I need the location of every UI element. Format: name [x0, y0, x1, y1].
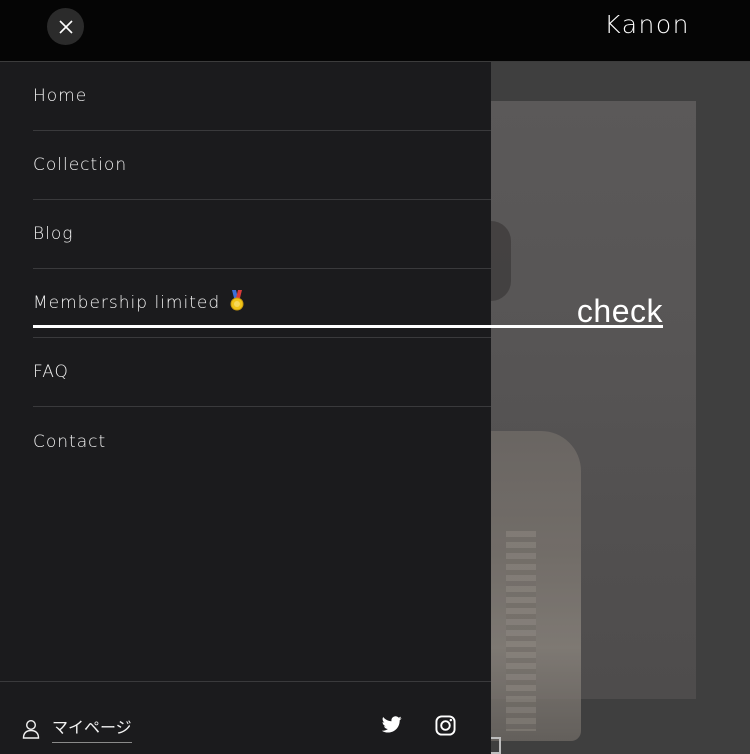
close-button[interactable] [47, 8, 84, 45]
nav-item-label: Blog [33, 224, 74, 244]
nav-item-label: Collection [33, 155, 128, 175]
photo-shadow [491, 221, 511, 301]
check-label: check [576, 293, 663, 329]
nav-item-contact[interactable]: Contact [33, 407, 491, 476]
close-icon [58, 19, 73, 34]
header-bar: Kanon [0, 0, 750, 62]
nav-item-label: Home [33, 86, 88, 106]
nav-item-faq[interactable]: FAQ [33, 338, 491, 407]
brand-logo[interactable]: Kanon [604, 10, 690, 39]
instagram-icon [435, 715, 456, 736]
page-backdrop[interactable] [491, 62, 750, 754]
photo-figure [491, 431, 581, 741]
mypage-label: マイページ [52, 714, 132, 743]
nav-item-label: FAQ [33, 362, 69, 382]
page: Kanon Home Collection Blog Membership li… [0, 0, 750, 754]
instagram-link[interactable] [435, 715, 456, 740]
nav-item-collection[interactable]: Collection [33, 131, 491, 200]
twitter-link[interactable] [381, 716, 402, 737]
partial-element [491, 737, 501, 754]
check-link[interactable]: check [33, 294, 663, 328]
photo-figure-detail [506, 531, 536, 731]
nav-drawer: Home Collection Blog Membership limited [0, 62, 491, 754]
hero-photo [491, 101, 696, 741]
mypage-link[interactable]: マイページ [22, 714, 132, 743]
nav-item-blog[interactable]: Blog [33, 200, 491, 269]
twitter-icon [381, 716, 402, 733]
drawer-footer: マイページ [0, 681, 491, 754]
nav-item-home[interactable]: Home [33, 62, 491, 131]
nav-list: Home Collection Blog Membership limited [33, 62, 491, 476]
nav-item-label: Contact [33, 431, 107, 452]
user-icon [22, 719, 40, 739]
